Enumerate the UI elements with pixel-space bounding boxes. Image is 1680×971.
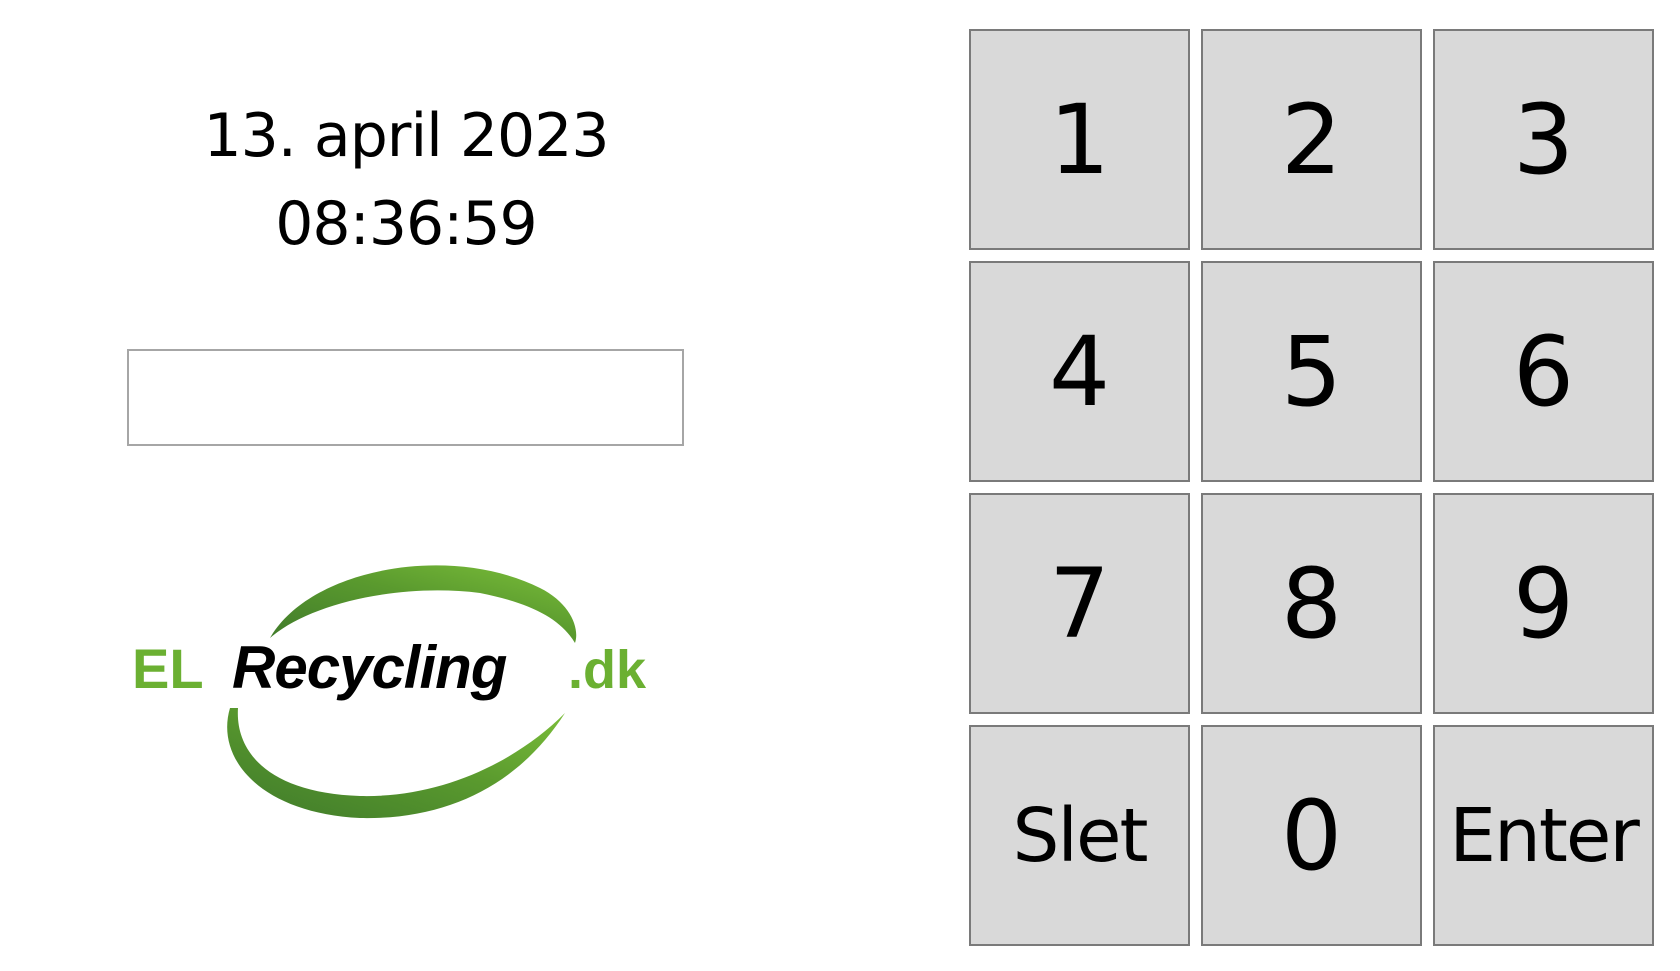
date-time-display: 13. april 2023 08:36:59 (106, 92, 706, 268)
key-2[interactable]: 2 (1201, 29, 1422, 250)
key-5[interactable]: 5 (1201, 261, 1422, 482)
key-8[interactable]: 8 (1201, 493, 1422, 714)
key-6[interactable]: 6 (1433, 261, 1654, 482)
key-1[interactable]: 1 (969, 29, 1190, 250)
logo-ring-upper (270, 565, 577, 643)
logo-prefix: EL (132, 637, 204, 700)
time-label: 08:36:59 (275, 189, 537, 259)
el-recycling-logo: EL Recycling .dk (132, 565, 647, 819)
logo-name: Recycling (232, 634, 507, 701)
code-input[interactable] (127, 349, 684, 446)
date-label: 13. april 2023 (203, 101, 609, 171)
enter-button[interactable]: Enter (1433, 725, 1654, 946)
key-7[interactable]: 7 (969, 493, 1190, 714)
delete-button[interactable]: Slet (969, 725, 1190, 946)
logo-ring-lower (227, 708, 565, 819)
logo-suffix: .dk (568, 640, 647, 700)
key-9[interactable]: 9 (1433, 493, 1654, 714)
numeric-keypad: 1 2 3 4 5 6 7 8 9 Slet 0 Enter (969, 29, 1654, 946)
key-3[interactable]: 3 (1433, 29, 1654, 250)
kiosk-screen: 13. april 2023 08:36:59 EL Recycling .dk… (0, 0, 1680, 971)
key-0[interactable]: 0 (1201, 725, 1422, 946)
key-4[interactable]: 4 (969, 261, 1190, 482)
